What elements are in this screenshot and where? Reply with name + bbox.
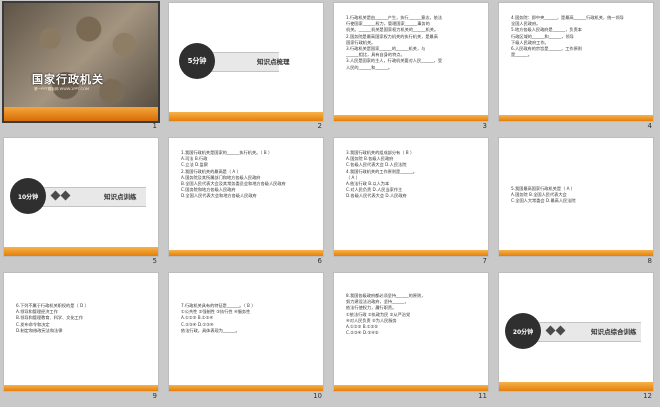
slide-thumbnail-12[interactable]: 20分钟 知识点综合训练 12 (495, 270, 660, 405)
slide-canvas: 4.国务院：即中央______，是最高______行政机关，统一领导 全国人民政… (499, 3, 653, 121)
slide-canvas: 8.我国各级政府都必须坚持______的原则， 努力建设法治政府，坚持_____… (334, 273, 488, 391)
slide-text: 5.我国最高国家行政机关是（ A ） A.国务院 B.全国人民代表大会 C.全国… (511, 186, 645, 205)
footer-bar (334, 250, 488, 256)
slide-text: 4.国务院：即中央______，是最高______行政机关，统一领导 全国人民政… (511, 15, 645, 58)
text-line: 人民的______和______。 (346, 64, 393, 70)
footer-bar (169, 112, 323, 121)
slide-canvas: 5.我国最高国家行政机关是（ A ） A.国务院 B.全国人民代表大会 C.全国… (499, 138, 653, 256)
slide-number: 1 (152, 122, 157, 130)
slide-canvas: 6.下列不属于行政机关职权的是（ D ） A.领导和管理经济工作 B.领导和管理… (4, 273, 158, 391)
slide-canvas: 7.行政机关具有的特征是______。（ B ） ①公共性 ②强制性 ③执行性 … (169, 273, 323, 391)
section-minutes-badge: 10分钟 (10, 178, 46, 214)
slide-thumbnail-2[interactable]: 5分钟 知识点梳理 2 (165, 0, 330, 135)
section-minutes: 20分钟 (512, 328, 534, 336)
section-minutes-badge: 20分钟 (505, 313, 541, 349)
slide-sorter-grid: 国家行政机关 第一PPT模板网 WWW.1PPT.COM 1 5分钟 知识点梳理… (0, 0, 660, 407)
slide-number: 7 (482, 257, 487, 265)
slide-number: 2 (317, 122, 322, 130)
footer-bar (169, 385, 323, 391)
slide-canvas: 国家行政机关 第一PPT模板网 WWW.1PPT.COM (4, 3, 158, 121)
slide-number: 9 (152, 392, 157, 400)
slide-thumbnail-6[interactable]: 1.我国行政机关是国家的______执行机关。（ B ） A.司法 B.行政 C… (165, 135, 330, 270)
section-title: 知识点训练 (104, 193, 137, 201)
cover-subtitle: 第一PPT模板网 WWW.1PPT.COM (34, 87, 89, 91)
text-line: C.②③④ D.③④⑤ (346, 330, 379, 336)
slide-thumbnail-8[interactable]: 5.我国最高国家行政机关是（ A ） A.国务院 B.全国人民代表大会 C.全国… (495, 135, 660, 270)
slide-thumbnail-11[interactable]: 8.我国各级政府都必须坚持______的原则， 努力建设法治政府，坚持_____… (330, 270, 495, 405)
slide-number: 10 (313, 392, 322, 400)
section-minutes: 5分钟 (187, 57, 207, 65)
slide-text: 3.我国行政机关的组成部分有（ B ） A.国务院 B.各级人民政府 C.各级人… (346, 150, 480, 200)
slide-canvas: 5分钟 知识点梳理 (169, 3, 323, 121)
section-title: 知识点综合训练 (591, 328, 637, 336)
footer-bar (334, 115, 488, 121)
slide-text: 8.我国各级政府都必须坚持______的原则， 努力建设法治政府，坚持_____… (346, 293, 480, 336)
footer-bar (4, 385, 158, 391)
text-line: C.全国人大常委会 D.最高人民法院 (511, 198, 576, 204)
slide-canvas: 3.我国行政机关的组成部分有（ B ） A.国务院 B.各级人民政府 C.各级人… (334, 138, 488, 256)
slide-thumbnail-7[interactable]: 3.我国行政机关的组成部分有（ B ） A.国务院 B.各级人民政府 C.各级人… (330, 135, 495, 270)
footer-bar (499, 382, 653, 391)
slide-canvas: 1.行政机关是由______产生，执行______意志，依法 行使国家_____… (334, 3, 488, 121)
slide-number: 5 (152, 257, 157, 265)
text-line: D.全国人民代表大会和地方各级人民政府 (181, 193, 257, 199)
slide-number: 12 (643, 392, 652, 400)
text-line: 依法行政，具体表现为______。 (181, 327, 240, 333)
cover-image (4, 3, 158, 121)
slide-canvas: 20分钟 知识点综合训练 (499, 273, 653, 391)
section-minutes: 10分钟 (17, 193, 39, 201)
cover-title: 国家行政机关 (32, 73, 104, 86)
slide-canvas: 1.我国行政机关是国家的______执行机关。（ B ） A.司法 B.行政 C… (169, 138, 323, 256)
slide-canvas: 10分钟 知识点训练 (4, 138, 158, 256)
slide-thumbnail-9[interactable]: 6.下列不属于行政机关职权的是（ D ） A.领导和管理经济工作 B.领导和管理… (0, 270, 165, 405)
footer-bar (499, 250, 653, 256)
footer-bar (334, 385, 488, 391)
slide-text: 1.我国行政机关是国家的______执行机关。（ B ） A.司法 B.行政 C… (181, 150, 315, 200)
slide-thumbnail-1[interactable]: 国家行政机关 第一PPT模板网 WWW.1PPT.COM 1 (0, 0, 165, 135)
slide-number: 3 (482, 122, 487, 130)
footer-bar (499, 115, 653, 121)
slide-thumbnail-3[interactable]: 1.行政机关是由______产生，执行______意志，依法 行使国家_____… (330, 0, 495, 135)
slide-thumbnail-10[interactable]: 7.行政机关具有的特征是______。（ B ） ①公共性 ②强制性 ③执行性 … (165, 270, 330, 405)
slide-number: 8 (647, 257, 652, 265)
slide-thumbnail-5[interactable]: 10分钟 知识点训练 5 (0, 135, 165, 270)
text-line: 是______。 (511, 52, 532, 58)
slide-text: 1.行政机关是由______产生，执行______意志，依法 行使国家_____… (346, 15, 480, 71)
footer-bar (169, 250, 323, 256)
section-title: 知识点梳理 (257, 58, 290, 66)
footer-bar (4, 247, 158, 256)
text-line: D.制定和修改宪法和法律 (16, 327, 63, 333)
slide-number: 11 (478, 392, 487, 400)
slide-text: 7.行政机关具有的特征是______。（ B ） ①公共性 ②强制性 ③执行性 … (181, 303, 315, 334)
slide-number: 4 (647, 122, 652, 130)
section-minutes-badge: 5分钟 (179, 43, 215, 79)
slide-number: 6 (317, 257, 322, 265)
slide-text: 6.下列不属于行政机关职权的是（ D ） A.领导和管理经济工作 B.领导和管理… (16, 303, 150, 334)
slide-thumbnail-4[interactable]: 4.国务院：即中央______，是最高______行政机关，统一领导 全国人民政… (495, 0, 660, 135)
cover-footer-bar (4, 107, 158, 121)
text-line: D.各级人民代表大会 D.人民政府 (346, 193, 407, 199)
